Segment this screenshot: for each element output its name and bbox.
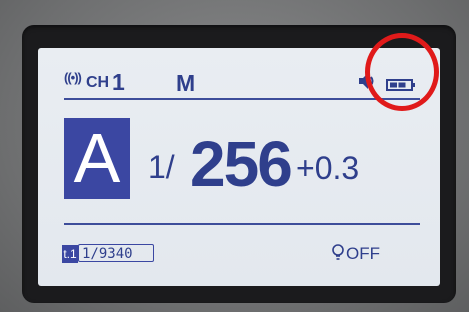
power-value: 256 bbox=[190, 128, 293, 200]
sync-speed-readout: 1/9340 bbox=[78, 244, 154, 262]
channel-value: 1 bbox=[112, 69, 125, 95]
top-divider bbox=[64, 98, 420, 100]
power-fraction-prefix: 1/ bbox=[148, 149, 175, 185]
battery-highlight-circle bbox=[365, 33, 439, 111]
modeling-light-status: OFF bbox=[346, 244, 380, 263]
channel-label: CH bbox=[86, 74, 110, 91]
bottom-divider bbox=[64, 223, 420, 225]
bottom-status-bar: t.1 1/9340 OFF bbox=[38, 238, 440, 268]
flash-mode-badge: A bbox=[64, 118, 130, 199]
wireless-signal-icon: ((•)) bbox=[64, 70, 82, 85]
bulb-icon bbox=[332, 244, 344, 260]
manual-mode-indicator: M bbox=[176, 70, 196, 96]
sync-mode-badge: t.1 bbox=[62, 245, 78, 263]
exposure-compensation: +0.3 bbox=[296, 150, 360, 186]
